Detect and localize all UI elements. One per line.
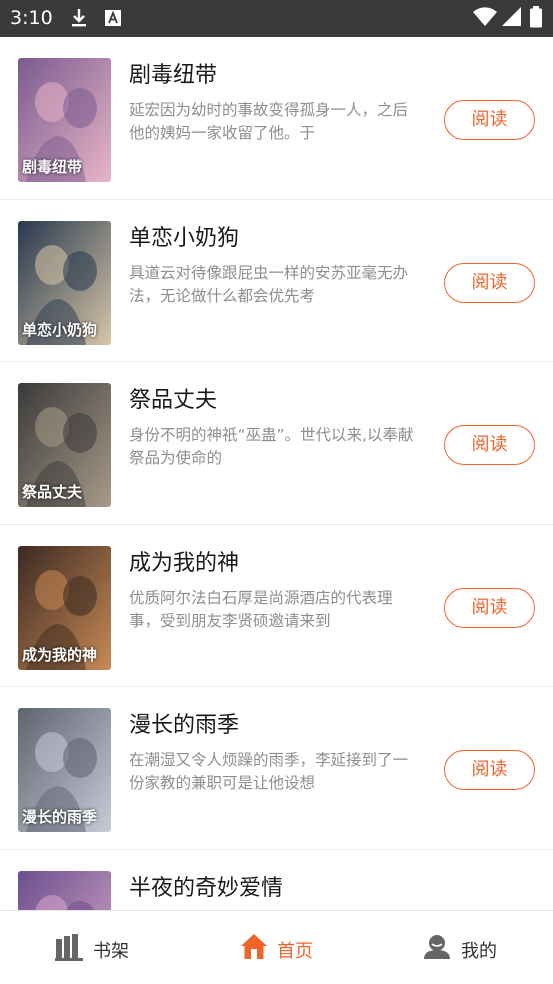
status-time: 3:10 [10,7,53,29]
comic-title[interactable]: 单恋小奶狗 [129,220,239,252]
tab-home-label: 首页 [277,941,313,962]
tab-mine[interactable]: 我的 [369,911,553,984]
tab-mine-label: 我的 [461,941,497,962]
comic-cover-image[interactable]: 单恋小奶狗 [18,220,111,345]
read-button[interactable]: 阅读 [444,587,535,628]
bookshelf-icon [55,933,83,965]
comic-description: 优质阿尔法白石厚是尚源酒店的代表理事，受到朋友李贤硕邀请来到 [129,588,393,630]
comic-description: 身份不明的神祇“巫蛊”。世代以来,以奉献祭品为使命的 [129,426,414,467]
bottom-tab-bar: 书架 首页 我的 [0,910,553,984]
status-bar: 3:10 [0,0,553,37]
comic-cover-image[interactable]: 祭品丈夫 [18,383,111,507]
user-profile-icon [423,933,451,965]
comic-list-item[interactable]: 单恋小奶狗 单恋小奶狗 具道云对待像跟屁虫一样的安苏亚毫无办法，无论做什么都会优先考… [0,200,553,362]
comic-list-item[interactable]: 祭品丈夫 祭品丈夫 身份不明的神祇“巫蛊”。世代以来,以奉献祭品为使命的 阅读 [0,362,553,525]
comic-cover-image[interactable] [18,870,111,910]
home-icon [240,933,268,965]
read-button[interactable]: 阅读 [444,425,535,465]
comic-title[interactable]: 半夜的奇妙爱情 [129,870,283,902]
comic-cover-title: 单恋小奶狗 [22,320,98,339]
comic-cover-title: 祭品丈夫 [22,483,83,501]
read-button[interactable]: 阅读 [444,262,535,303]
comic-cover-image[interactable]: 漫长的雨季 [18,708,111,832]
comic-cover-title: 成为我的神 [22,645,98,664]
read-button[interactable]: 阅读 [444,100,535,140]
comic-list-item[interactable]: 半夜的奇妙爱情 [0,850,553,910]
comic-list-item[interactable]: 成为我的神 成为我的神 优质阿尔法白石厚是尚源酒店的代表理事，受到朋友李贤硕邀请来到… [0,525,553,687]
comic-title[interactable]: 祭品丈夫 [129,382,217,414]
comic-cover-title: 剧毒纽带 [22,158,83,176]
comic-title[interactable]: 剧毒纽带 [129,57,217,89]
battery-icon [530,6,542,32]
comic-description: 具道云对待像跟屁虫一样的安苏亚毫无办法，无论做什么都会优先考 [129,263,409,305]
tab-home[interactable]: 首页 [184,911,369,984]
read-button[interactable]: 阅读 [444,750,535,790]
comic-list[interactable]: 剧毒纽带 剧毒纽带 延宏因为幼时的事故变得孤身一人，之后他的姨妈一家收留了他。于 阅读… [0,37,553,910]
comic-title[interactable]: 成为我的神 [129,545,239,577]
comic-cover-title: 漫长的雨季 [22,808,98,826]
tab-bookshelf[interactable]: 书架 [0,911,184,984]
comic-list-item[interactable]: 漫长的雨季 漫长的雨季 在潮湿又令人烦躁的雨季，李延接到了一份家教的兼职可是让他设想… [0,687,553,850]
comic-cover-image[interactable]: 成为我的神 [18,545,111,670]
comic-description: 延宏因为幼时的事故变得孤身一人，之后他的姨妈一家收留了他。于 [129,101,409,142]
tab-bookshelf-label: 书架 [93,941,129,962]
comic-title[interactable]: 漫长的雨季 [129,707,239,739]
wifi-icon [473,7,497,31]
comic-description: 在潮湿又令人烦躁的雨季，李延接到了一份家教的兼职可是让他设想 [129,751,409,792]
keyboard-a-icon [104,8,122,32]
comic-cover-image[interactable]: 剧毒纽带 [18,58,111,182]
comic-list-item[interactable]: 剧毒纽带 剧毒纽带 延宏因为幼时的事故变得孤身一人，之后他的姨妈一家收留了他。于 阅读 [0,37,553,200]
signal-icon [502,7,521,31]
download-icon [70,8,88,32]
